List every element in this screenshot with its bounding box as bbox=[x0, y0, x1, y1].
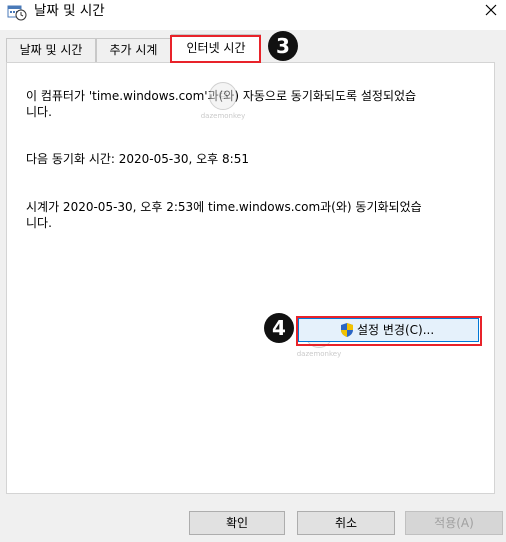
internet-time-panel bbox=[6, 62, 495, 494]
highlight-box-button bbox=[296, 316, 482, 346]
watermark: ☺ dazemonkey bbox=[198, 82, 248, 120]
cancel-button[interactable]: 취소 bbox=[297, 511, 395, 535]
next-sync-text: 다음 동기화 시간: 2020-05-30, 오후 8:51 bbox=[26, 152, 249, 166]
sync-config-text-cont: 니다. bbox=[26, 105, 52, 119]
watermark-text: dazemonkey bbox=[296, 350, 342, 358]
tab-label: 날짜 및 시간 bbox=[19, 43, 83, 57]
calendar-clock-icon bbox=[7, 5, 27, 21]
highlight-box-tab bbox=[170, 35, 261, 63]
last-sync-text: 시계가 2020-05-30, 오후 2:53에 time.windows.co… bbox=[26, 200, 422, 214]
step-4-badge: 4 bbox=[264, 313, 294, 343]
watermark-logo: ☺ bbox=[209, 82, 237, 110]
step-3-badge: 3 bbox=[268, 31, 298, 61]
window-title: 날짜 및 시간 bbox=[34, 3, 105, 19]
title-bar: 날짜 및 시간 bbox=[0, 0, 506, 30]
tab-label: 추가 시계 bbox=[109, 43, 158, 57]
apply-button[interactable]: 적용(A) bbox=[405, 511, 503, 535]
tab-date-and-time[interactable]: 날짜 및 시간 bbox=[6, 38, 96, 62]
watermark-text: dazemonkey bbox=[200, 112, 246, 120]
ok-button[interactable]: 확인 bbox=[189, 511, 285, 535]
close-icon[interactable] bbox=[476, 0, 506, 22]
last-sync-text-cont: 니다. bbox=[26, 216, 52, 230]
tab-additional-clocks[interactable]: 추가 시계 bbox=[96, 38, 171, 62]
